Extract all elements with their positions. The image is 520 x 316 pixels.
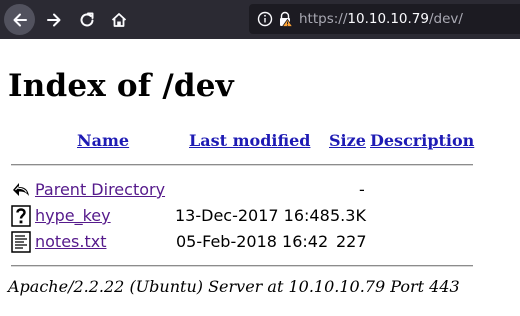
address-bar[interactable]: https://10.10.10.79/dev/ (249, 4, 520, 34)
insecure-lock-icon[interactable] (277, 11, 293, 27)
header-divider (11, 164, 473, 166)
arrow-left-icon (13, 13, 27, 26)
browser-toolbar: https://10.10.10.79/dev/ (0, 0, 520, 39)
arrow-right-icon (46, 13, 60, 26)
notes-txt-size: 227 (336, 232, 367, 251)
footer-divider (11, 265, 473, 267)
notes-txt-link[interactable]: notes.txt (35, 232, 106, 251)
parent-dir-icon (13, 183, 29, 196)
url-path: /dev/ (428, 11, 463, 27)
reload-icon (80, 12, 93, 26)
hype-key-last-modified: 13-Dec-2017 16:48 (175, 206, 330, 225)
server-signature: Apache/2.2.22 (Ubuntu) Server at 10.10.1… (8, 277, 460, 296)
home-button[interactable] (103, 4, 134, 35)
home-icon (111, 12, 126, 27)
text-file-icon (11, 231, 31, 253)
hype-key-size: 5.3K (330, 206, 366, 225)
parent-directory-size: - (359, 180, 365, 199)
column-header-name[interactable]: Name (77, 131, 129, 150)
url-text[interactable]: https://10.10.10.79/dev/ (299, 11, 463, 27)
url-scheme: https:// (299, 11, 348, 27)
info-icon[interactable] (257, 11, 273, 27)
page-title: Index of /dev (8, 68, 234, 104)
hype-key-link[interactable]: hype_key (35, 206, 111, 225)
reload-button[interactable] (71, 4, 102, 35)
column-header-size[interactable]: Size (329, 131, 366, 150)
parent-directory-link[interactable]: Parent Directory (35, 180, 165, 199)
back-button[interactable] (4, 4, 35, 35)
forward-button[interactable] (38, 4, 69, 35)
column-header-description[interactable]: Description (370, 131, 474, 150)
column-header-last-modified[interactable]: Last modified (189, 131, 310, 150)
unknown-file-icon (11, 205, 31, 227)
notes-txt-last-modified: 05-Feb-2018 16:42 (176, 232, 329, 251)
url-host: 10.10.10.79 (347, 11, 429, 27)
